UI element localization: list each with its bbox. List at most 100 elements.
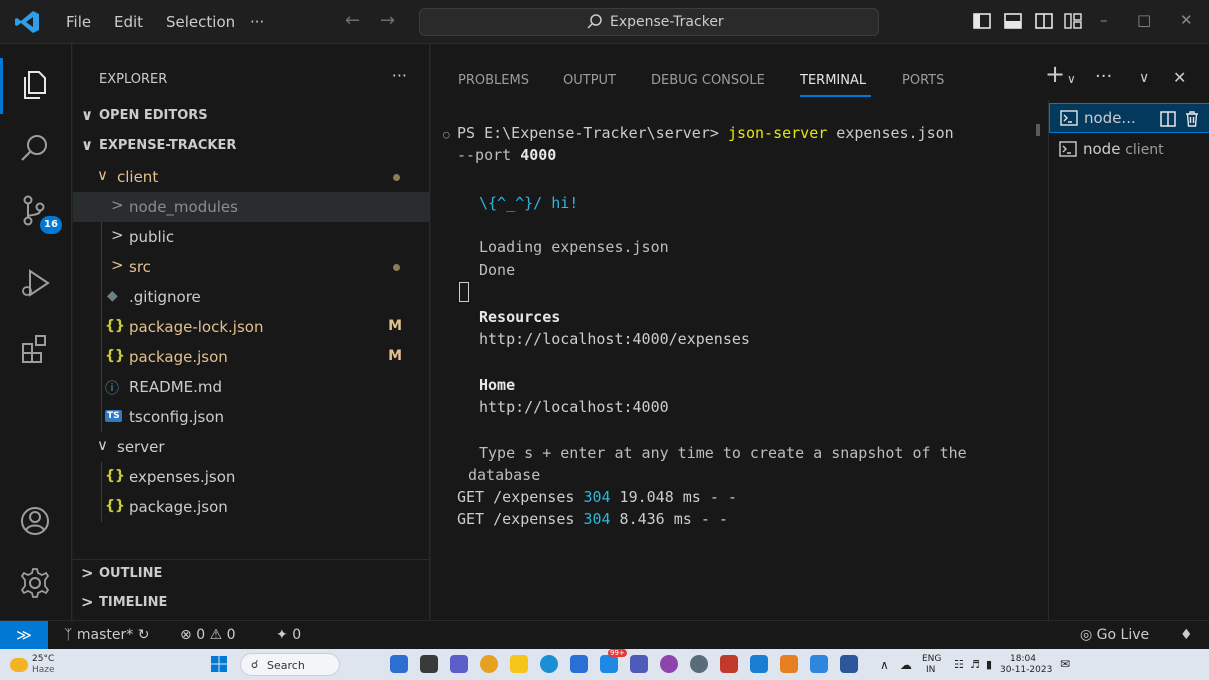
word-icon[interactable] <box>840 655 858 673</box>
taskbar-search-box[interactable]: ☌ Search <box>240 653 340 676</box>
app-icon[interactable] <box>630 655 648 673</box>
terminal-app-icon[interactable] <box>420 655 438 673</box>
terminal-tab-node-client[interactable]: node client <box>1049 135 1209 165</box>
close-panel-icon[interactable]: ✕ <box>1173 68 1186 87</box>
file-explorer-icon[interactable] <box>510 655 528 673</box>
timeline-section[interactable]: > TIMELINE <box>73 589 430 619</box>
chevron-right-icon: > <box>111 256 124 274</box>
chevron-down-icon: ∨ <box>81 106 94 124</box>
mail-badge: 99+ <box>608 649 627 657</box>
menu-selection[interactable]: Selection <box>166 13 235 31</box>
clock-time[interactable]: 18:04 <box>1010 654 1036 664</box>
minimize-button[interactable]: – <box>1100 11 1108 29</box>
customize-layout-icon[interactable] <box>1064 13 1082 29</box>
outline-section[interactable]: > OUTLINE <box>73 560 430 590</box>
toggle-primary-sidebar-icon[interactable] <box>973 13 991 29</box>
new-terminal-plus-icon[interactable]: + <box>1045 60 1065 88</box>
explorer-title: EXPLORER <box>99 72 168 87</box>
remote-indicator-icon[interactable]: ≫ <box>0 621 48 649</box>
more-actions-icon[interactable]: ··· <box>1095 66 1112 87</box>
toggle-panel-icon[interactable] <box>1004 13 1022 29</box>
app-icon[interactable] <box>390 655 408 673</box>
tab-output[interactable]: OUTPUT <box>563 73 616 88</box>
branch-indicator[interactable]: ᛉ master* ↻ <box>64 627 149 643</box>
menu-file[interactable]: File <box>66 13 91 31</box>
weather-icon[interactable] <box>10 658 28 672</box>
vscode-logo-icon[interactable] <box>14 10 40 34</box>
go-live-button[interactable]: ◎ Go Live <box>1080 627 1149 643</box>
trash-icon[interactable] <box>1184 110 1200 127</box>
split-terminal-icon[interactable] <box>1160 111 1176 127</box>
battery-icon[interactable]: ▮ <box>986 658 992 671</box>
explorer-icon[interactable] <box>18 68 52 102</box>
tree-folder-src[interactable]: > src <box>73 252 430 282</box>
tree-folder-node-modules[interactable]: > node_modules <box>73 192 430 222</box>
tree-file-package-lock[interactable]: {} package-lock.json M <box>73 312 430 342</box>
back-arrow-icon[interactable]: ← <box>345 10 360 31</box>
tree-file-gitignore[interactable]: ◆ .gitignore <box>73 282 430 312</box>
search-icon: ☌ <box>251 658 259 671</box>
chevron-down-icon[interactable]: ∨ <box>1067 72 1076 86</box>
mail-icon[interactable]: 99+ <box>600 649 627 673</box>
chevron-up-icon[interactable]: ∧ <box>880 658 889 672</box>
menu-more[interactable]: ··· <box>250 13 264 31</box>
workspace-root-section[interactable]: ∨ EXPENSE-TRACKER <box>73 132 430 162</box>
chevron-down-icon: ∨ <box>97 166 108 184</box>
app-icon[interactable] <box>810 655 828 673</box>
tree-file-server-package-json[interactable]: {} package.json <box>73 492 430 522</box>
tab-debug-console[interactable]: DEBUG CONSOLE <box>651 73 765 88</box>
problems-indicator[interactable]: ⊗ 0 ⚠ 0 <box>180 627 236 643</box>
edge-icon[interactable] <box>540 655 558 673</box>
extensions-icon[interactable] <box>18 332 52 366</box>
terminal-scrollbar[interactable] <box>1036 124 1040 136</box>
teams-icon[interactable] <box>450 655 468 673</box>
tree-file-tsconfig[interactable]: TS tsconfig.json <box>73 402 430 432</box>
app-icon[interactable] <box>690 655 708 673</box>
menu-edit[interactable]: Edit <box>114 13 143 31</box>
modified-dot <box>393 264 400 271</box>
app-icon[interactable] <box>660 655 678 673</box>
search-icon[interactable] <box>18 132 52 166</box>
tab-ports[interactable]: PORTS <box>902 73 944 88</box>
tree-folder-public[interactable]: > public <box>73 222 430 252</box>
modified-badge: M <box>388 348 402 364</box>
cloud-icon[interactable]: ☁ <box>900 658 912 672</box>
store-icon[interactable] <box>570 655 588 673</box>
run-debug-icon[interactable] <box>18 266 52 300</box>
command-center-text: Expense-Tracker <box>610 14 724 30</box>
tree-file-package-json[interactable]: {} package.json M <box>73 342 430 372</box>
tree-file-expenses-json[interactable]: {} expenses.json <box>73 462 430 492</box>
windows-taskbar: 25°C Haze ☌ Search 99+ ∧ ☁ ENG IN ☷ ♬ ▮ … <box>0 649 1209 680</box>
account-icon[interactable] <box>18 504 52 538</box>
maximize-button[interactable]: □ <box>1137 11 1151 29</box>
terminal-tab-node-server[interactable]: node... <box>1049 103 1209 133</box>
app-icon[interactable] <box>720 655 738 673</box>
notifications-bell-icon[interactable]: ♦ <box>1180 627 1193 643</box>
open-editors-section[interactable]: ∨ OPEN EDITORS <box>73 102 430 132</box>
volume-icon[interactable]: ♬ <box>970 658 980 671</box>
windows-start-icon[interactable] <box>210 655 228 673</box>
wifi-icon[interactable]: ☷ <box>954 658 964 671</box>
vscode-taskbar-icon[interactable] <box>750 655 768 673</box>
close-window-button[interactable]: ✕ <box>1180 11 1193 29</box>
terminal-tabs-list: node... node client <box>1048 100 1209 620</box>
tree-file-readme[interactable]: ⓘ README.md <box>73 372 430 402</box>
terminal-tab-name: node client <box>1083 140 1164 158</box>
maximize-panel-chevron-icon[interactable]: ∨ <box>1139 70 1149 86</box>
terminal-icon <box>1060 110 1078 126</box>
tree-folder-client[interactable]: ∨ client <box>73 162 430 192</box>
settings-gear-icon[interactable] <box>18 566 52 600</box>
app-icon[interactable] <box>780 655 798 673</box>
terminal-line-snapshot-cont: database <box>468 466 541 484</box>
notification-icon[interactable]: ✉ <box>1060 657 1070 671</box>
tab-terminal[interactable]: TERMINAL <box>800 73 866 88</box>
language-indicator[interactable]: ENG <box>922 654 941 664</box>
tree-folder-server[interactable]: ∨ server <box>73 432 430 462</box>
explorer-more-actions[interactable]: ··· <box>392 66 407 85</box>
command-center-search[interactable]: Expense-Tracker <box>419 8 879 36</box>
forward-arrow-icon[interactable]: → <box>380 10 395 31</box>
ports-indicator[interactable]: ✦ 0 <box>276 627 301 643</box>
tab-problems[interactable]: PROBLEMS <box>458 73 529 88</box>
toggle-secondary-sidebar-icon[interactable] <box>1035 13 1053 29</box>
chrome-icon[interactable] <box>480 655 498 673</box>
